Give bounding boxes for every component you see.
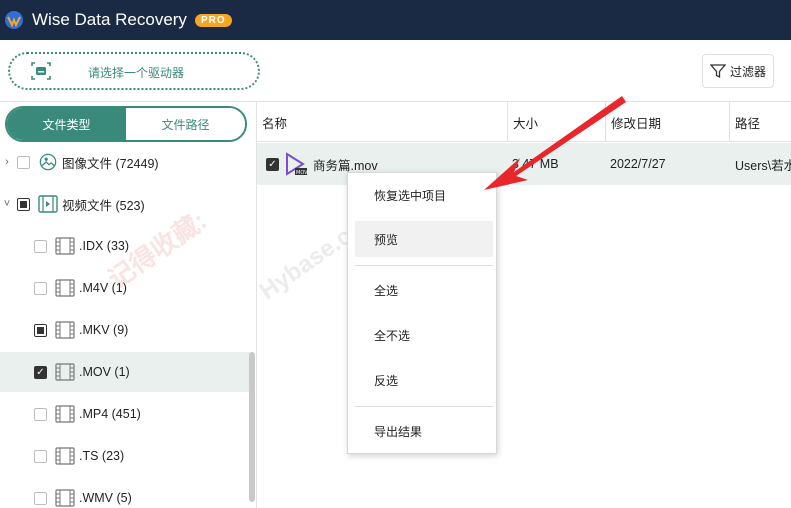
film-icon (55, 447, 75, 465)
app-title: Wise Data Recovery (32, 10, 187, 29)
menu-item-invert-selection[interactable]: 反选 (355, 362, 493, 398)
table-row[interactable]: ✓ MOV 商务篇.mov 3 47 MB 2022/7/27 Users\若水 (257, 143, 791, 185)
drive-select-button[interactable]: 请选择一个驱动器 (8, 52, 260, 90)
tree-item-label: 图像文件 (72449) (62, 156, 159, 171)
tree-item-wmv[interactable]: .WMV (5) (0, 478, 250, 508)
sidebar-scrollbar[interactable] (249, 352, 255, 502)
tree-item-label: .TS (23) (79, 449, 125, 463)
film-icon (55, 489, 75, 507)
file-path: Users\若水 (735, 158, 791, 173)
image-icon (39, 153, 57, 171)
video-icon (38, 195, 58, 213)
checkbox[interactable] (17, 197, 30, 211)
checkbox[interactable] (34, 239, 47, 253)
expand-chevron-icon[interactable]: › (1, 156, 13, 168)
film-icon (55, 321, 75, 339)
menu-item-export-results[interactable]: 导出结果 (355, 413, 493, 449)
app-logo-icon (5, 11, 23, 29)
file-table-header: 名称 大小 修改日期 路径 (257, 102, 791, 142)
tree-item-mkv[interactable]: .MKV (9) (0, 310, 250, 350)
file-date: 2022/7/27 (610, 157, 666, 171)
film-icon (55, 279, 75, 297)
menu-item-preview[interactable]: 预览 (355, 221, 493, 257)
tree-item-label: .M4V (1) (79, 281, 127, 295)
tree-item-m4v[interactable]: .M4V (1) (0, 268, 250, 308)
mov-file-icon: MOV (286, 152, 307, 176)
checkbox[interactable] (17, 155, 30, 169)
filter-label: 过滤器 (729, 64, 766, 79)
file-size: 3 47 MB (512, 157, 559, 171)
row-checkbox-checked[interactable]: ✓ (266, 157, 279, 171)
filter-icon (709, 64, 726, 79)
tree-item-label: .MP4 (451) (79, 407, 141, 421)
menu-separator (355, 406, 493, 407)
drive-select-label: 请选择一个驱动器 (88, 66, 185, 80)
menu-item-select-none[interactable]: 全不选 (355, 317, 493, 353)
film-icon (55, 363, 75, 381)
tree-item-label: 视频文件 (523) (62, 198, 145, 213)
column-header-path[interactable]: 路径 (729, 102, 791, 142)
menu-separator (355, 265, 493, 266)
tree-item-videos[interactable]: ˅ 视频文件 (523) (0, 184, 250, 224)
tree-item-images[interactable]: › 图像文件 (72449) (0, 142, 250, 182)
checkbox[interactable] (34, 491, 47, 505)
checkbox[interactable] (34, 281, 47, 295)
film-icon (55, 405, 75, 423)
checkbox-checked[interactable]: ✓ (34, 365, 47, 379)
svg-text:MOV: MOV (296, 170, 307, 176)
pro-badge: PRO (194, 13, 232, 27)
menu-item-recover-selected[interactable]: 恢复选中项目 (355, 177, 493, 213)
context-menu: 恢复选中项目 预览 全选 全不选 反选 导出结果 (347, 172, 497, 454)
tree-item-label: .WMV (5) (79, 491, 132, 505)
checkbox[interactable] (34, 449, 47, 463)
title-bar: Wise Data Recovery PRO (0, 0, 791, 40)
checkbox[interactable] (34, 323, 47, 337)
column-header-name[interactable]: 名称 (257, 102, 507, 142)
drive-icon (31, 62, 51, 80)
tree-item-label: .IDX (33) (79, 239, 130, 253)
menu-item-select-all[interactable]: 全选 (355, 272, 493, 308)
sidebar: 文件类型 文件路径 › 图像文件 (72449) ˅ 视频文件 (523) .I… (0, 102, 257, 508)
tab-file-path[interactable]: 文件路径 (126, 108, 245, 140)
collapse-chevron-icon[interactable]: ˅ (1, 198, 13, 210)
tree-item-label: .MOV (1) (79, 365, 130, 379)
tree-item-idx[interactable]: .IDX (33) (0, 226, 250, 266)
tab-file-type[interactable]: 文件类型 (7, 108, 126, 140)
toolbar: 请选择一个驱动器 过滤器 (0, 40, 791, 102)
tree-item-label: .MKV (9) (79, 323, 129, 337)
film-icon (55, 237, 75, 255)
view-mode-switch: 文件类型 文件路径 (5, 106, 247, 142)
checkbox[interactable] (34, 407, 47, 421)
tree-item-mp4[interactable]: .MP4 (451) (0, 394, 250, 434)
column-header-size[interactable]: 大小 (507, 102, 605, 142)
filter-button[interactable]: 过滤器 (702, 54, 774, 88)
tree-item-ts[interactable]: .TS (23) (0, 436, 250, 476)
column-header-date[interactable]: 修改日期 (605, 102, 729, 142)
tree-item-mov[interactable]: ✓ .MOV (1) (0, 352, 250, 392)
